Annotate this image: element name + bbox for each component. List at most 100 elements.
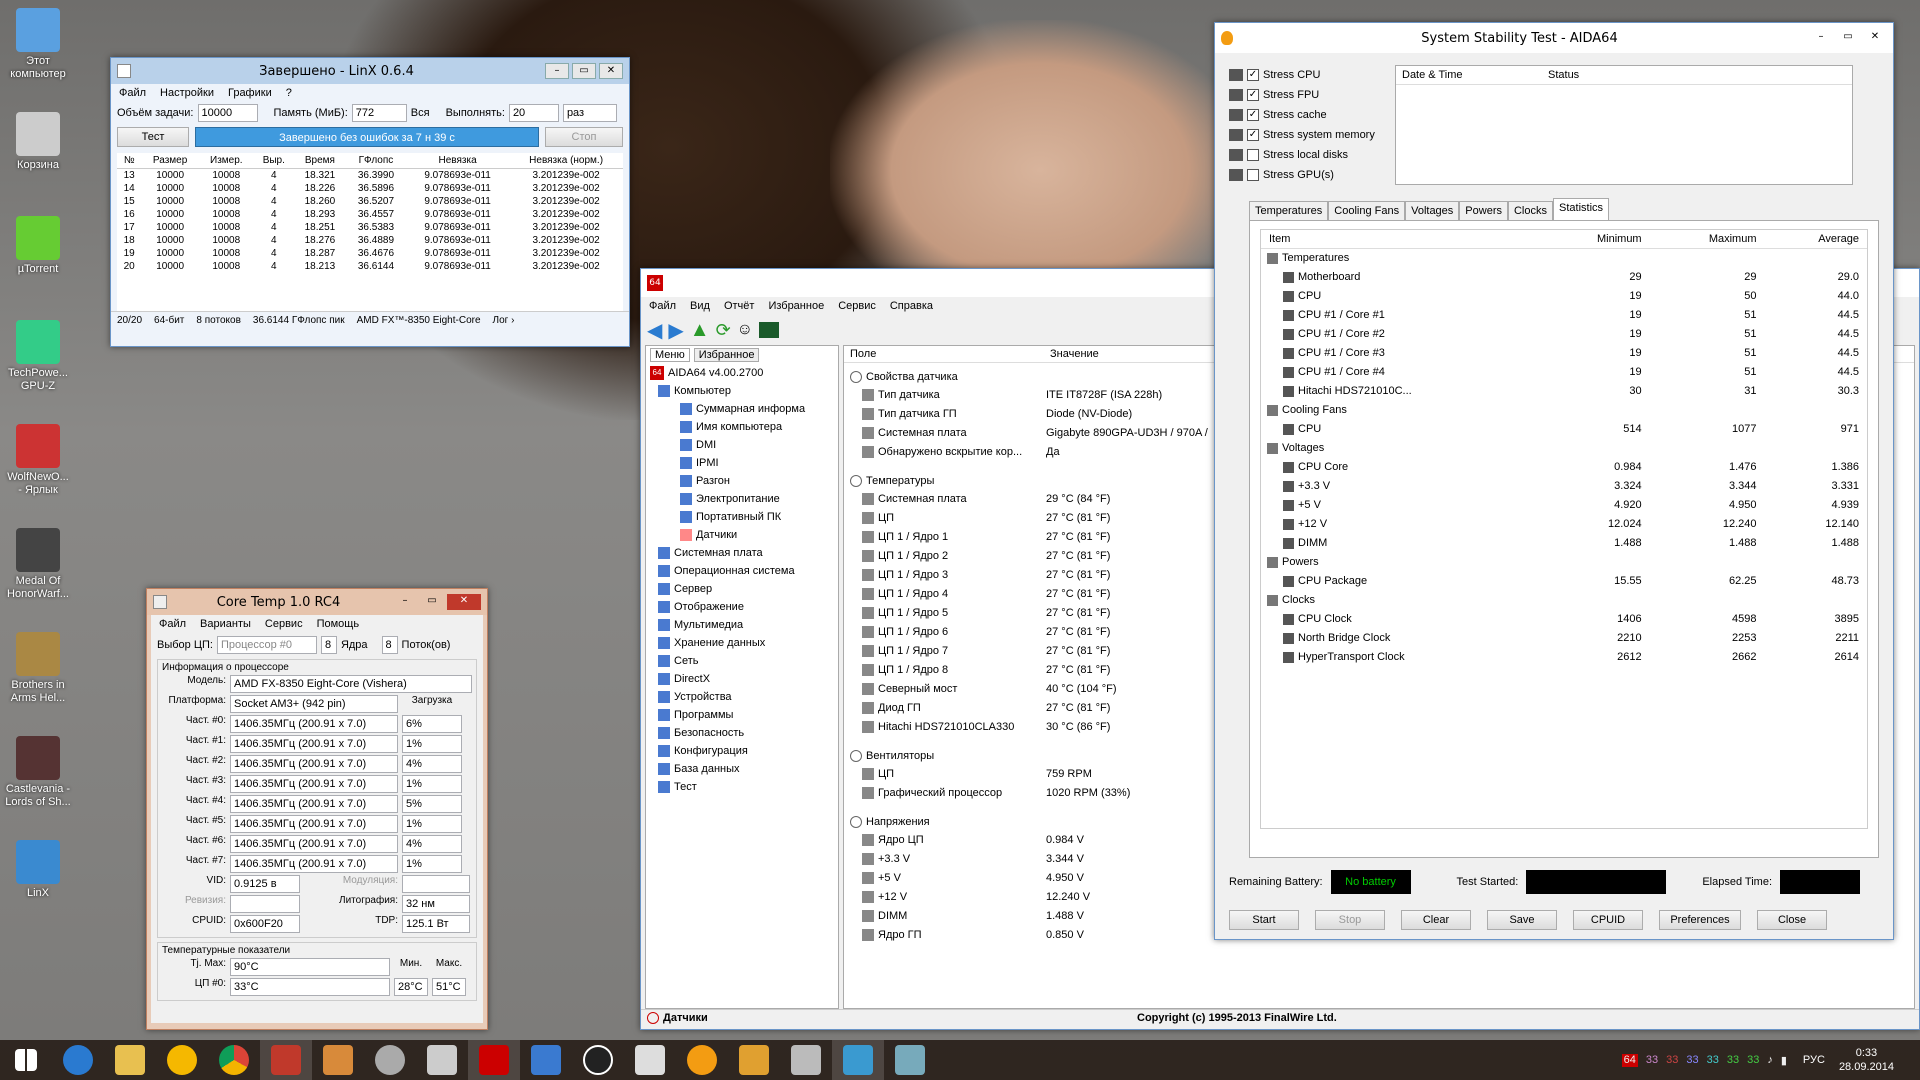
nav-tab[interactable]: Избранное (693, 348, 760, 362)
checkbox[interactable] (1247, 169, 1259, 181)
taskbar-media[interactable] (572, 1040, 624, 1080)
stats-row[interactable]: HyperTransport Clock 2612 2662 2614 (1261, 648, 1867, 667)
taskbar-app4[interactable] (416, 1040, 468, 1080)
tree-item[interactable]: Тест (646, 778, 838, 796)
maximize-button[interactable]: ▭ (420, 594, 444, 610)
table-row[interactable]: 16 10000 10008 4 18.293 36.4557 9.078693e-011 3… (117, 208, 623, 221)
maximize-button[interactable]: ▭ (572, 63, 596, 79)
table-header[interactable]: Выр. (253, 153, 294, 169)
tray-temp-icon[interactable]: 33 (1747, 1054, 1759, 1067)
close-button[interactable]: ✕ (447, 594, 481, 610)
stats-row[interactable]: CPU #1 / Core #1 19 51 44.5 (1261, 306, 1867, 325)
up-icon[interactable]: ▲ (690, 319, 710, 342)
log-col-status[interactable]: Status (1548, 69, 1579, 81)
table-header[interactable]: Время (293, 153, 346, 169)
checkbox[interactable]: ✓ (1247, 129, 1259, 141)
runs-select[interactable]: 20 (508, 104, 559, 122)
menu-item[interactable]: Файл (119, 87, 146, 99)
stats-row[interactable]: CPU Clock 1406 4598 3895 (1261, 610, 1867, 629)
tray-temp-icon[interactable]: 33 (1727, 1054, 1739, 1067)
stats-col-header[interactable]: Item (1261, 230, 1541, 249)
table-row[interactable]: 14 10000 10008 4 18.226 36.5896 9.078693e-011 3… (117, 182, 623, 195)
stats-row[interactable]: +3.3 V 3.324 3.344 3.331 (1261, 477, 1867, 496)
tray-temp-icon[interactable]: 33 (1707, 1054, 1719, 1067)
stats-row[interactable]: CPU #1 / Core #3 19 51 44.5 (1261, 344, 1867, 363)
stop-button[interactable]: Стоп (545, 127, 623, 147)
stats-group-row[interactable]: Temperatures (1261, 249, 1867, 268)
tree-item[interactable]: Портативный ПК (646, 508, 838, 526)
users-icon[interactable]: ☺ (737, 321, 753, 339)
desktop-icon[interactable]: Корзина (4, 112, 72, 172)
tree-item[interactable]: Операционная система (646, 562, 838, 580)
maximize-button[interactable]: ▭ (1836, 30, 1860, 46)
close-button[interactable]: ✕ (1863, 30, 1887, 46)
taskbar-explorer[interactable] (104, 1040, 156, 1080)
menu-item[interactable]: Сервис (265, 618, 303, 630)
stress-option[interactable]: Stress local disks (1229, 145, 1395, 165)
tab-powers[interactable]: Powers (1459, 201, 1508, 220)
taskbar-app5[interactable] (520, 1040, 572, 1080)
stress-option[interactable]: ✓ Stress CPU (1229, 65, 1395, 85)
desktop-icon[interactable]: LinX (4, 840, 72, 900)
tree-item[interactable]: Сервер (646, 580, 838, 598)
volume-icon[interactable]: ♪ (1767, 1054, 1773, 1067)
stats-row[interactable]: CPU #1 / Core #2 19 51 44.5 (1261, 325, 1867, 344)
minimize-button[interactable]: – (545, 63, 569, 79)
taskbar-app8[interactable] (728, 1040, 780, 1080)
checkbox[interactable]: ✓ (1247, 69, 1259, 81)
tab-statistics[interactable]: Statistics (1553, 198, 1610, 220)
table-header[interactable]: ГФлопс (345, 153, 406, 169)
table-row[interactable]: 15 10000 10008 4 18.260 36.5207 9.078693e-011 3… (117, 195, 623, 208)
stats-col-header[interactable]: Minimum (1540, 230, 1650, 249)
checkbox[interactable] (1247, 149, 1259, 161)
stats-row[interactable]: North Bridge Clock 2210 2253 2211 (1261, 629, 1867, 648)
tab-clocks[interactable]: Clocks (1507, 201, 1553, 220)
tray-temp-icon[interactable]: 33 (1686, 1054, 1698, 1067)
sst-titlebar[interactable]: System Stability Test - AIDA64 – ▭ ✕ (1215, 23, 1893, 53)
coretemp-titlebar[interactable]: Core Temp 1.0 RC4 – ▭ ✕ (147, 589, 487, 615)
tree-item[interactable]: Системная плата (646, 544, 838, 562)
taskbar-app1[interactable] (156, 1040, 208, 1080)
clear-button[interactable]: Clear (1401, 910, 1471, 930)
size-select[interactable]: 10000 (197, 104, 258, 122)
cpu-select[interactable]: Процессор #0 (216, 636, 317, 654)
tree-item[interactable]: IPMI (646, 454, 838, 472)
tree-item[interactable]: Компьютер (646, 382, 838, 400)
taskbar-ie[interactable] (52, 1040, 104, 1080)
table-header[interactable]: Невязка (норм.) (509, 153, 623, 169)
table-row[interactable]: 18 10000 10008 4 18.276 36.4889 9.078693e-011 3… (117, 234, 623, 247)
table-header[interactable]: Невязка (405, 153, 510, 169)
desktop-icon[interactable]: TechPowe... GPU-Z (4, 320, 72, 393)
minimize-button[interactable]: – (1809, 30, 1833, 46)
monitor-icon[interactable] (759, 322, 780, 338)
menu-item[interactable]: Файл (649, 300, 676, 312)
tab-cooling-fans[interactable]: Cooling Fans (1328, 201, 1406, 220)
tray-temp-icon[interactable]: 33 (1666, 1054, 1678, 1067)
taskbar-aida64[interactable] (468, 1040, 520, 1080)
menu-item[interactable]: Справка (890, 300, 933, 312)
stats-group-row[interactable]: Voltages (1261, 439, 1867, 458)
menu-item[interactable]: Помощь (317, 618, 360, 630)
all-memory-label[interactable]: Вся (411, 107, 430, 119)
stats-col-header[interactable]: Maximum (1649, 230, 1765, 249)
refresh-icon[interactable]: ⟳ (716, 320, 731, 341)
table-header[interactable]: № (117, 153, 142, 169)
taskbar-app10[interactable] (832, 1040, 884, 1080)
language-indicator[interactable]: РУС (1803, 1054, 1825, 1066)
stats-row[interactable]: CPU 19 50 44.0 (1261, 287, 1867, 306)
menu-item[interactable]: Сервис (838, 300, 876, 312)
stats-group-row[interactable]: Powers (1261, 553, 1867, 572)
taskbar-app6[interactable] (624, 1040, 676, 1080)
tree-item[interactable]: Отображение (646, 598, 838, 616)
menu-item[interactable]: Графики (228, 87, 272, 99)
log-col-datetime[interactable]: Date & Time (1402, 69, 1548, 81)
taskbar-app7[interactable] (676, 1040, 728, 1080)
back-icon[interactable]: ◀ (647, 318, 662, 343)
table-row[interactable]: 19 10000 10008 4 18.287 36.4676 9.078693e-011 3… (117, 247, 623, 260)
stats-row[interactable]: DIMM 1.488 1.488 1.488 (1261, 534, 1867, 553)
preferences-button[interactable]: Preferences (1659, 910, 1741, 930)
start-button[interactable] (0, 1040, 52, 1080)
menu-item[interactable]: Отчёт (724, 300, 754, 312)
tab-temperatures[interactable]: Temperatures (1249, 201, 1329, 220)
cpuid-button[interactable]: CPUID (1573, 910, 1643, 930)
